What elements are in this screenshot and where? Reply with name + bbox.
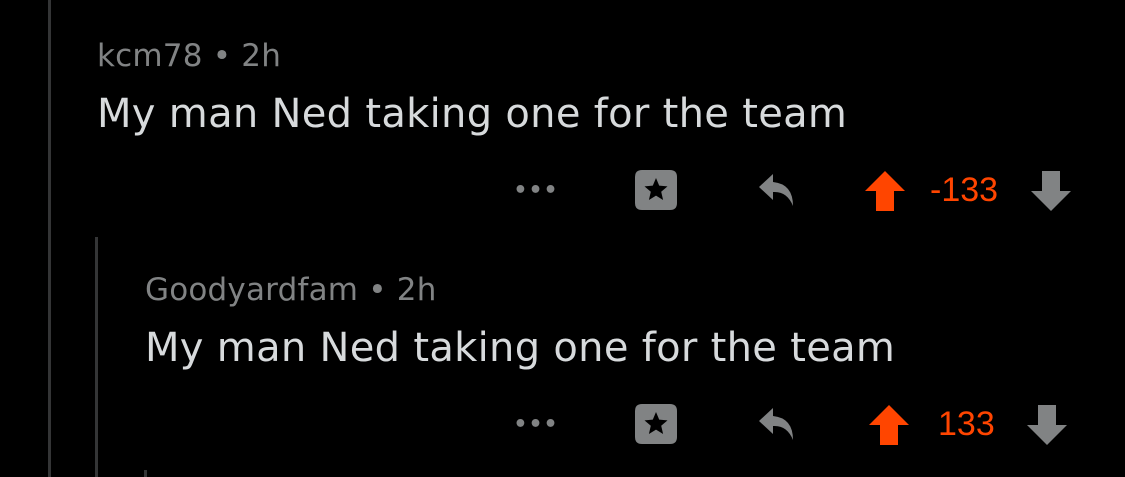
meta-separator: • <box>212 38 232 74</box>
comment-age: 2h <box>241 38 282 74</box>
award-button[interactable] <box>632 402 680 446</box>
comment-actions: ••• 133 <box>0 400 1125 448</box>
downvote-button[interactable] <box>1028 168 1074 214</box>
more-options-button[interactable]: ••• <box>513 404 559 444</box>
downvote-button[interactable] <box>1024 402 1070 448</box>
comment-age: 2h <box>396 272 437 308</box>
more-options-button[interactable]: ••• <box>513 170 559 210</box>
award-icon <box>635 170 677 210</box>
upvote-button[interactable] <box>862 168 908 214</box>
downvote-icon <box>1027 405 1067 445</box>
award-button[interactable] <box>632 168 680 212</box>
reply-button[interactable] <box>752 168 802 212</box>
comment-body: My man Ned taking one for the team <box>145 325 896 371</box>
upvote-icon <box>865 171 905 211</box>
reply-icon <box>759 408 793 440</box>
vote-score: 133 <box>938 404 995 443</box>
comment-body: My man Ned taking one for the team <box>97 91 848 137</box>
more-options-icon: ••• <box>513 177 559 203</box>
meta-separator: • <box>368 272 387 308</box>
more-options-icon: ••• <box>513 411 559 437</box>
upvote-icon <box>869 405 909 445</box>
reply-icon <box>759 174 793 206</box>
upvote-button[interactable] <box>866 402 912 448</box>
comment-meta: Goodyardfam • 2h <box>145 272 437 308</box>
thread-line[interactable] <box>144 470 147 477</box>
comment-thread: kcm78 • 2h My man Ned taking one for the… <box>0 0 1125 477</box>
comment-author[interactable]: Goodyardfam <box>145 272 358 308</box>
reply-button[interactable] <box>752 402 802 446</box>
award-icon <box>635 404 677 444</box>
comment-meta: kcm78 • 2h <box>97 38 281 74</box>
comment-actions: ••• -133 <box>0 166 1125 214</box>
comment-author[interactable]: kcm78 <box>97 38 203 74</box>
downvote-icon <box>1031 171 1071 211</box>
vote-score: -133 <box>930 170 999 209</box>
